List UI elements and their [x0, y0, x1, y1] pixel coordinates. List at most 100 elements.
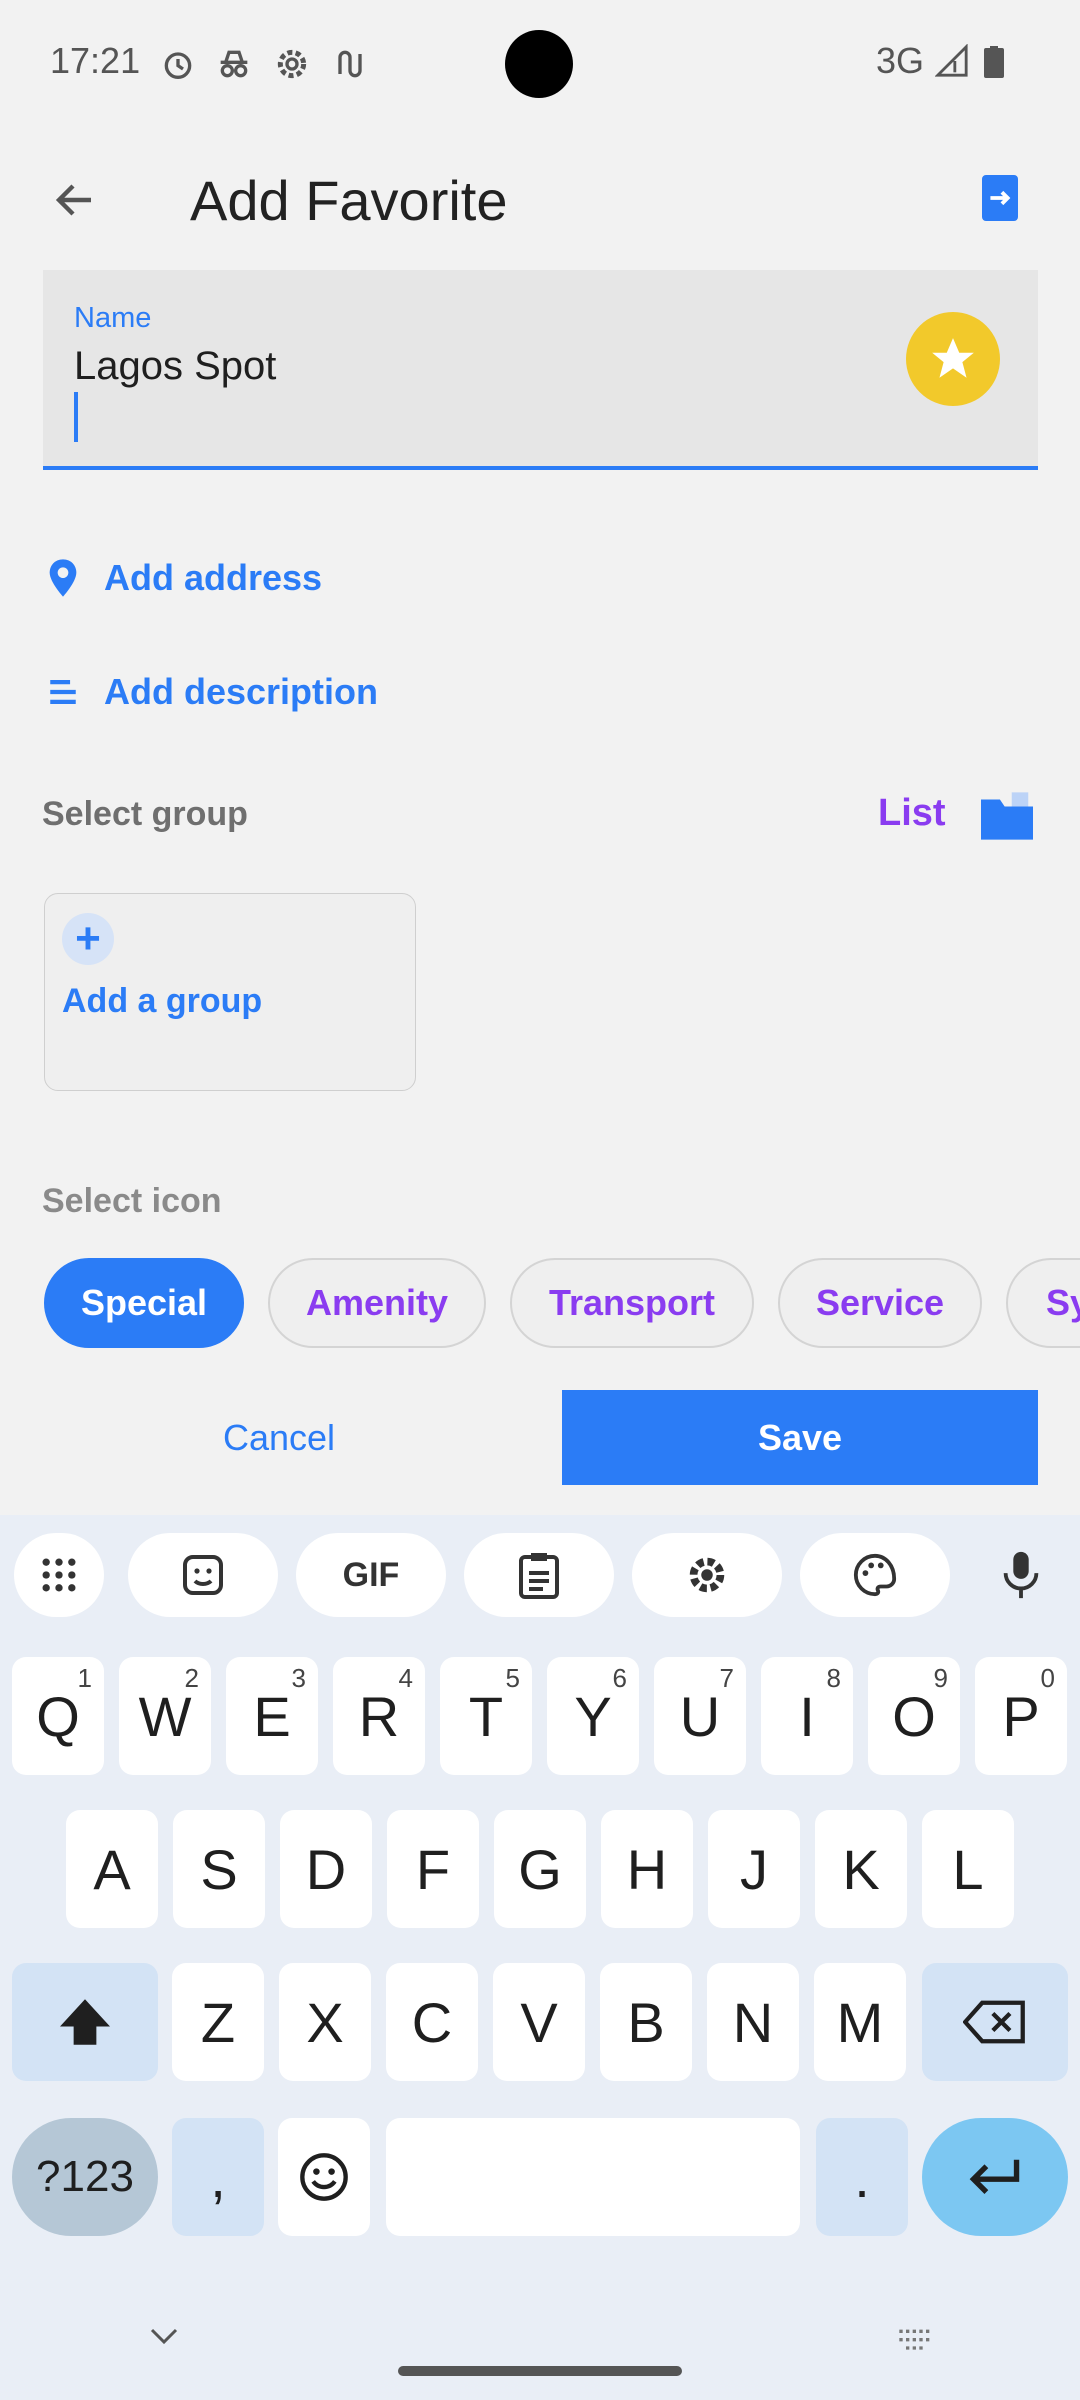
back-button[interactable] [40, 165, 110, 235]
cancel-button[interactable]: Cancel [44, 1390, 514, 1485]
symbols-key[interactable]: ?123 [12, 2118, 158, 2236]
key-label: D [305, 1837, 347, 1901]
key[interactable]: D [280, 1810, 372, 1928]
select-group-label: Select group [42, 795, 248, 833]
theme-button[interactable] [800, 1533, 950, 1617]
key[interactable]: R4 [333, 1657, 425, 1775]
key-label: O [892, 1684, 936, 1748]
emoji-key[interactable] [278, 2118, 370, 2236]
enter-icon [969, 2159, 1020, 2194]
add-group-label: Add a group [62, 982, 263, 1020]
name-input[interactable]: Lagos Spot [74, 344, 276, 389]
signal-icon [935, 44, 968, 77]
add-icon: + [62, 913, 114, 965]
name-label: Name [74, 302, 152, 334]
key-label: G [518, 1837, 562, 1901]
key-label: Y [574, 1684, 612, 1748]
key[interactable]: J [708, 1810, 800, 1928]
key-label: N [732, 1990, 774, 2054]
comma-key[interactable]: , [172, 2118, 264, 2236]
key-label: S [200, 1837, 238, 1901]
exit-icon[interactable] [982, 175, 1018, 221]
battery-icon [984, 46, 1004, 78]
key[interactable]: N [707, 1963, 799, 2081]
key[interactable]: W2 [119, 1657, 211, 1775]
key[interactable]: Y6 [547, 1657, 639, 1775]
alarm-icon [164, 52, 192, 79]
key[interactable]: S [173, 1810, 265, 1928]
key[interactable]: H [601, 1810, 693, 1928]
key-label: J [740, 1837, 768, 1901]
key-label: B [627, 1990, 665, 2054]
settings-status-icon [277, 49, 307, 79]
key[interactable]: M [814, 1963, 906, 2081]
folder-icon[interactable] [978, 790, 1036, 842]
text-caret [74, 392, 78, 442]
clipboard-button[interactable] [464, 1533, 614, 1617]
save-button[interactable]: Save [562, 1390, 1038, 1485]
network-type: 3G [876, 40, 925, 81]
key[interactable]: E3 [226, 1657, 318, 1775]
key[interactable]: A [66, 1810, 158, 1928]
list-toggle[interactable]: List [878, 792, 946, 835]
key[interactable]: O9 [868, 1657, 960, 1775]
location-pin-icon [49, 559, 77, 597]
key[interactable]: B [600, 1963, 692, 2081]
add-description-button[interactable]: Add description [46, 662, 378, 722]
chip-transport[interactable]: Transport [510, 1258, 754, 1348]
gif-button[interactable]: GIF [296, 1533, 446, 1617]
key[interactable]: L [922, 1810, 1014, 1928]
key[interactable]: C [386, 1963, 478, 2081]
star-icon [932, 338, 974, 378]
key-label: U [679, 1684, 721, 1748]
key-label: W [138, 1684, 192, 1748]
space-key[interactable] [386, 2118, 800, 2236]
chip-service[interactable]: Service [778, 1258, 982, 1348]
sticker-button[interactable] [128, 1533, 278, 1617]
key[interactable]: I8 [761, 1657, 853, 1775]
key-label: P [1002, 1684, 1040, 1748]
keyboard-settings-button[interactable] [632, 1533, 782, 1617]
collapse-keyboard-icon[interactable] [146, 2326, 182, 2346]
key-number-hint: 9 [933, 1663, 948, 1693]
key[interactable]: U7 [654, 1657, 746, 1775]
key[interactable]: P0 [975, 1657, 1067, 1775]
keyboard-switch-icon[interactable] [896, 2326, 936, 2350]
key[interactable]: K [815, 1810, 907, 1928]
add-address-button[interactable]: Add address [46, 548, 322, 608]
enter-key[interactable] [922, 2118, 1068, 2236]
shift-key[interactable] [12, 1963, 158, 2081]
key[interactable]: Q1 [12, 1657, 104, 1775]
select-icon-label: Select icon [42, 1182, 222, 1220]
key-label: I [799, 1684, 815, 1748]
keyboard [0, 1515, 1080, 2400]
key[interactable]: F [387, 1810, 479, 1928]
period-key[interactable]: . [816, 2118, 908, 2236]
key-label: T [468, 1684, 504, 1748]
camera-cutout [505, 30, 573, 98]
key-number-hint: 6 [612, 1663, 627, 1693]
favorite-star-button[interactable] [906, 312, 1000, 406]
key-label: C [411, 1990, 453, 2054]
backspace-key[interactable] [922, 1963, 1068, 2081]
chip-truncated[interactable]: Sy [1006, 1258, 1080, 1348]
key-label: M [836, 1990, 884, 2054]
add-description-label: Add description [104, 671, 379, 712]
page-title: Add Favorite [190, 169, 508, 232]
key-label: L [952, 1837, 984, 1901]
voice-input-button[interactable] [976, 1533, 1066, 1617]
gear-icon [689, 1557, 725, 1593]
key[interactable]: V [493, 1963, 585, 2081]
chip-special[interactable]: Special [44, 1258, 244, 1348]
key[interactable]: T5 [440, 1657, 532, 1775]
chip-amenity[interactable]: Amenity [268, 1258, 486, 1348]
key[interactable]: G [494, 1810, 586, 1928]
key-number-hint: 1 [77, 1663, 92, 1693]
clipboard-icon [519, 1553, 559, 1599]
sticker-icon [183, 1555, 223, 1595]
apps-grid-button[interactable] [14, 1533, 104, 1617]
key[interactable]: X [279, 1963, 371, 2081]
key-label: K [842, 1837, 880, 1901]
key[interactable]: Z [172, 1963, 264, 2081]
gesture-nav-handle[interactable] [398, 2366, 682, 2376]
